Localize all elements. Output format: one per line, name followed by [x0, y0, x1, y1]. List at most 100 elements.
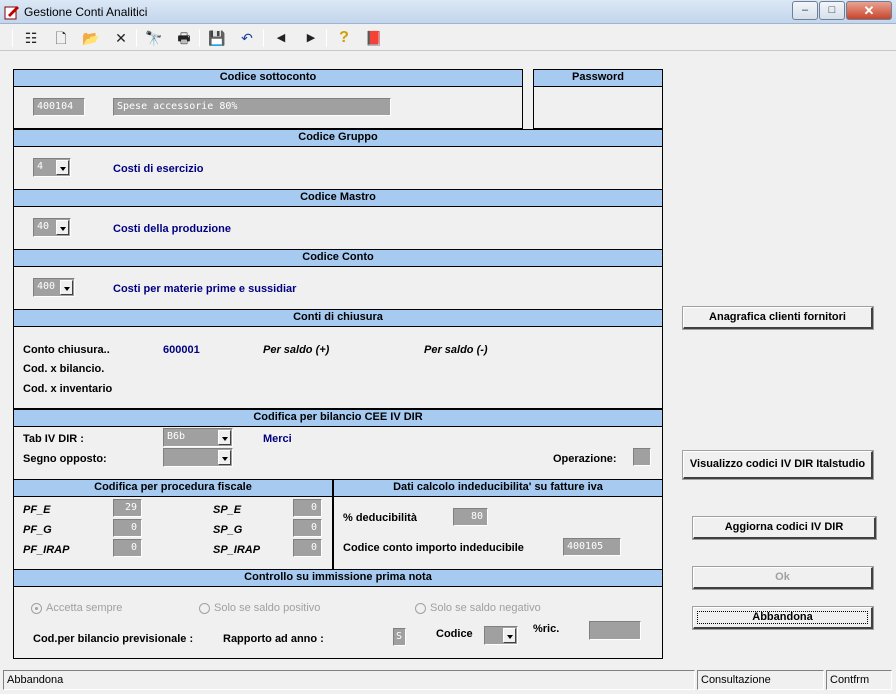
conto-header: Codice Conto [13, 249, 663, 267]
sottoconto-header: Codice sottoconto [13, 69, 523, 87]
chevron-down-icon[interactable] [218, 450, 231, 465]
chevron-down-icon[interactable] [60, 280, 73, 295]
ric-field[interactable] [589, 621, 641, 640]
sottoconto-code-field[interactable]: 400104 [33, 98, 85, 116]
rapporto-label: Rapporto ad anno : [223, 633, 324, 645]
app-icon [4, 6, 19, 20]
pf-irap-field[interactable]: 0 [113, 539, 142, 557]
codice-label: Codice [436, 628, 473, 640]
conto-description: Costi per materie prime e sussidiar [113, 283, 297, 295]
conto-value: 400 [37, 281, 56, 292]
abbandona-button[interactable]: Abbandona [692, 606, 874, 630]
chevron-down-icon[interactable] [218, 430, 231, 445]
anagrafica-button[interactable]: Anagrafica clienti fornitori [682, 306, 874, 330]
save-icon[interactable]: 💾 [206, 28, 228, 48]
toolbar-separator [326, 29, 327, 47]
open-folder-icon[interactable]: 📂 [80, 28, 102, 48]
gruppo-description: Costi di esercizio [113, 163, 204, 175]
sottoconto-description-field[interactable]: Spese accessorie 80% [113, 98, 391, 116]
tab-iv-dir-value: B6b [167, 431, 186, 442]
previsionale-label: Cod.per bilancio previsionale : [33, 633, 194, 645]
search-icon[interactable]: 🔭 [143, 28, 165, 48]
sp-e-field[interactable]: 0 [293, 499, 322, 517]
fiscale-header: Codifica per procedura fiscale [13, 479, 333, 497]
chevron-down-icon[interactable] [56, 220, 69, 235]
toolbar-separator [12, 29, 13, 47]
toolbar-separator [199, 29, 200, 47]
chevron-down-icon[interactable] [56, 160, 69, 175]
accetta-sempre-radio[interactable] [31, 603, 42, 614]
pf-g-label: PF_G [23, 524, 52, 536]
minimize-button[interactable]: – [792, 1, 818, 20]
status-mode: Consultazione [697, 670, 824, 690]
gruppo-header: Codice Gruppo [13, 129, 663, 147]
inventario-label: Cod. x inventario [23, 383, 113, 395]
operazione-field[interactable] [633, 448, 651, 466]
gruppo-value: 4 [37, 161, 44, 172]
print-preview-icon[interactable]: 🖶 [173, 28, 195, 48]
new-document-icon[interactable]: 🗋 [50, 28, 72, 48]
pf-e-label: PF_E [23, 504, 51, 516]
close-button[interactable]: ✕ [846, 1, 892, 20]
operazione-label: Operazione: [553, 453, 617, 465]
password-header: Password [533, 69, 663, 87]
pf-g-field[interactable]: 0 [113, 519, 142, 537]
toolbar-separator [136, 29, 137, 47]
segno-opposto-select[interactable] [163, 448, 233, 467]
sp-e-label: SP_E [213, 504, 242, 516]
maximize-button[interactable]: □ [819, 1, 845, 20]
pf-e-field[interactable]: 29 [113, 499, 142, 517]
saldo-negativo-radio[interactable] [415, 603, 426, 614]
status-confirm: Contfrm [826, 670, 892, 690]
sp-irap-field[interactable]: 0 [293, 539, 322, 557]
mastro-select[interactable]: 40 [33, 218, 71, 237]
conto-select[interactable]: 400 [33, 278, 75, 297]
visualizzo-codici-button[interactable]: Visualizzo codici IV DIR Italstudio [682, 450, 874, 480]
sp-g-field[interactable]: 0 [293, 519, 322, 537]
title-bar: Gestione Conti Analitici – □ ✕ [0, 0, 896, 24]
pf-irap-label: PF_IRAP [23, 544, 70, 556]
saldo-negativo-label: Per saldo (-) [424, 344, 488, 356]
status-message: Abbandona [3, 670, 695, 690]
chevron-down-icon[interactable] [503, 628, 516, 643]
saldo-positivo-radio-label: Solo se saldo positivo [214, 602, 321, 614]
toolbar: ☷ 🗋 📂 ✕ 🔭 🖶 💾 ↶ ◀ ▶ ? 📕 [0, 25, 896, 51]
tab-iv-dir-select[interactable]: B6b [163, 428, 233, 447]
deducibilita-field[interactable]: 80 [453, 508, 488, 526]
next-icon[interactable]: ▶ [300, 28, 322, 48]
tab-iv-dir-description: Merci [263, 433, 292, 445]
window-title: Gestione Conti Analitici [24, 5, 148, 19]
toolbar-separator [263, 29, 264, 47]
saldo-negativo-radio-label: Solo se saldo negativo [430, 602, 541, 614]
list-icon[interactable]: ☷ [20, 28, 42, 48]
chiusura-header: Conti di chiusura [13, 309, 663, 327]
codice-indeducibile-field[interactable]: 400105 [563, 538, 621, 556]
accetta-sempre-label: Accetta sempre [46, 602, 123, 614]
mastro-header: Codice Mastro [13, 189, 663, 207]
primanota-header: Controllo su immissione prima nota [13, 569, 663, 587]
status-bar: Abbandona Consultazione Contfrm [0, 670, 896, 694]
mastro-value: 40 [37, 221, 50, 232]
bilancio-label: Cod. x bilancio. [23, 363, 105, 375]
mastro-description: Costi della produzione [113, 223, 231, 235]
conto-chiusura-label: Conto chiusura.. [23, 344, 110, 356]
help-icon[interactable]: ? [333, 28, 355, 48]
previous-icon[interactable]: ◀ [270, 28, 292, 48]
codice-select[interactable] [484, 626, 518, 645]
book-icon[interactable]: 📕 [363, 28, 385, 48]
sp-g-label: SP_G [213, 524, 243, 536]
conto-chiusura-value: 600001 [163, 344, 200, 356]
saldo-positivo-label: Per saldo (+) [263, 344, 330, 356]
aggiorna-codici-button[interactable]: Aggiorna codici IV DIR [692, 516, 877, 540]
rapporto-field[interactable]: S [393, 628, 406, 646]
gruppo-select[interactable]: 4 [33, 158, 71, 177]
undo-icon[interactable]: ↶ [236, 28, 258, 48]
deducibilita-label: % deducibilità [343, 512, 417, 524]
tab-iv-dir-label: Tab IV DIR : [23, 433, 84, 445]
saldo-positivo-radio[interactable] [199, 603, 210, 614]
segno-opposto-label: Segno opposto: [23, 453, 107, 465]
cee-header: Codifica per bilancio CEE IV DIR [13, 409, 663, 427]
window: Gestione Conti Analitici – □ ✕ ☷ 🗋 📂 ✕ 🔭… [0, 0, 896, 694]
ok-button[interactable]: Ok [692, 566, 874, 590]
delete-icon[interactable]: ✕ [110, 28, 132, 48]
